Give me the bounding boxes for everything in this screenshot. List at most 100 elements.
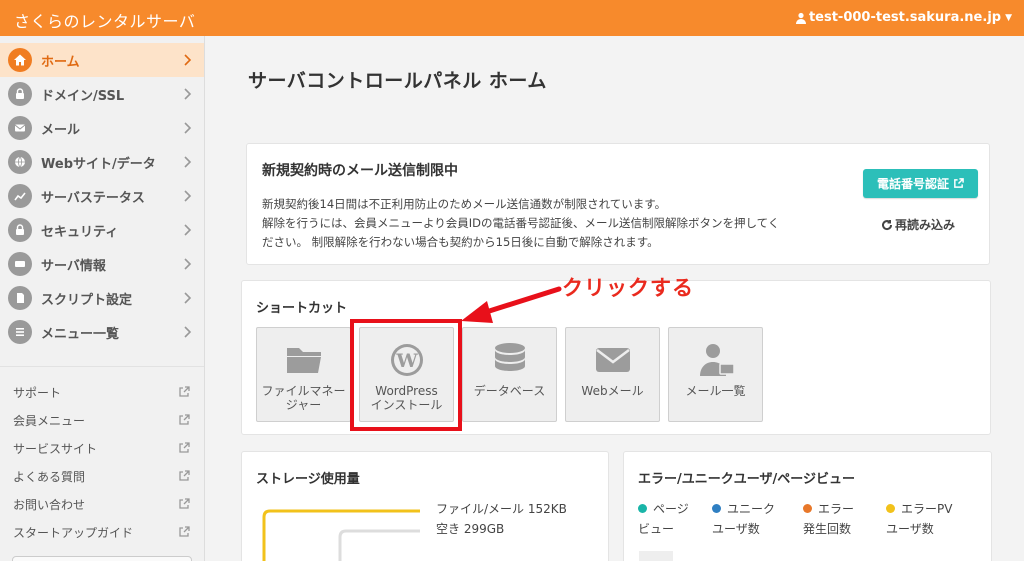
shortcut-mail-list[interactable]: メール一覧 [668, 327, 763, 422]
sidebar-item-script[interactable]: スクリプト設定 [0, 281, 204, 315]
mail-icon [8, 116, 32, 140]
page-title: サーバコントロールパネル ホーム [248, 70, 547, 92]
legend-label: ビュー [638, 522, 675, 536]
folder-icon [286, 348, 321, 373]
notice-line: 解除を行うには、会員メニューより会員IDの電話番号認証後、メール送信制限解除ボタ… [262, 216, 780, 230]
sidebar-item-label: メール [41, 122, 81, 138]
storage-title: ストレージ使用量 [256, 472, 360, 487]
pageview-card: エラー/ユニークユーザ/ページビュー ページ ビュー ユニーク ユーザ数 エラー… [623, 451, 992, 561]
external-link-icon [178, 386, 190, 398]
sidebar-item-security[interactable]: セキュリティ [0, 213, 204, 247]
tile-label: Webメール [581, 384, 644, 398]
home-icon [8, 48, 32, 72]
user-account[interactable]: test-000-test.sakura.ne.jp ▼ [795, 10, 1012, 25]
legend-label: ユーザ数 [886, 522, 934, 536]
sidebar-item-mail[interactable]: メール [0, 111, 204, 145]
tile-label: ファイルマネー ジャー [261, 384, 346, 412]
notice-title: 新規契約時のメール送信制限中 [262, 163, 458, 179]
shortcut-webmail[interactable]: Webメール [565, 327, 660, 422]
sidebar-item-website-data[interactable]: Webサイト/データ [0, 145, 204, 179]
pageview-title: エラー/ユニークユーザ/ページビュー [638, 472, 855, 487]
envelope-icon [595, 348, 630, 372]
notice-text: 新規契約後14日間は不正利用防止のためメール送信通数が制限されています。 解除を… [262, 195, 842, 252]
chevron-right-icon [180, 53, 194, 67]
caret-down-icon: ▼ [1005, 12, 1012, 23]
chevron-right-icon [180, 223, 194, 237]
sidebar-item-server-status[interactable]: サーバステータス [0, 179, 204, 213]
link-faq[interactable]: よくある質問 [0, 462, 204, 490]
legend-label: エラー [818, 502, 855, 516]
annotation-arrow [461, 286, 562, 323]
chevron-right-icon [180, 325, 194, 339]
globe-icon [8, 150, 32, 174]
legend-unique-users: ユニーク ユーザ数 [712, 499, 775, 539]
external-link-icon [178, 498, 190, 510]
shortcut-title: ショートカット [256, 301, 348, 316]
sidebar-item-label: ホーム [41, 54, 80, 70]
tile-label: データベース [473, 384, 546, 398]
sidebar-links: サポート 会員メニュー サービスサイト よくある質問 お問い合わせ スタートアッ… [0, 378, 204, 546]
legend-dot [803, 504, 812, 513]
list-icon [8, 320, 32, 344]
external-link-icon [178, 442, 190, 454]
lock-icon [8, 82, 32, 106]
legend-dot [886, 504, 895, 513]
legend-error-pv: エラーPV ユーザ数 [886, 499, 952, 539]
shortcut-database[interactable]: データベース [462, 327, 557, 422]
shortcut-file-manager[interactable]: ファイルマネー ジャー [256, 327, 351, 422]
link-member-menu[interactable]: 会員メニュー [0, 406, 204, 434]
user-icon [795, 12, 806, 24]
sidebar-item-label: Webサイト/データ [41, 156, 156, 172]
legend-dot [638, 504, 647, 513]
sidebar-item-label: サーバ情報 [41, 258, 106, 274]
tile-label: メール一覧 [685, 384, 746, 398]
chart-placeholder [639, 551, 673, 561]
security-lock-icon [8, 218, 32, 242]
chevron-right-icon [180, 155, 194, 169]
link-label: スタートアップガイド [13, 525, 134, 540]
sidebar-item-home[interactable]: ホーム [0, 43, 204, 77]
link-label: サポート [13, 385, 62, 400]
chevron-right-icon [180, 121, 194, 135]
external-link-icon [178, 526, 190, 538]
legend-label: ページ [653, 502, 689, 516]
reload-link[interactable]: 再読み込み [881, 216, 955, 233]
link-contact[interactable]: お問い合わせ [0, 490, 204, 518]
link-label: よくある質問 [13, 469, 86, 484]
brand-logo[interactable]: さくらのレンタルサーバ [14, 8, 195, 32]
link-service-site[interactable]: サービスサイト [0, 434, 204, 462]
link-label: サービスサイト [13, 441, 98, 456]
button-label: 電話番号認証 [876, 177, 949, 191]
sidebar-item-server-info[interactable]: サーバ情報 [0, 247, 204, 281]
chevron-right-icon [180, 189, 194, 203]
phone-verify-button[interactable]: 電話番号認証 [863, 169, 978, 198]
highlight-box [350, 319, 462, 431]
chevron-right-icon [180, 291, 194, 305]
external-link-icon [954, 178, 964, 188]
sidebar-item-menu-list[interactable]: メニュー一覧 [0, 315, 204, 349]
notice-line: 新規契約後14日間は不正利用防止のためメール送信通数が制限されています。 [262, 197, 667, 211]
link-support[interactable]: サポート [0, 378, 204, 406]
top-bar: さくらのレンタルサーバ test-000-test.sakura.ne.jp ▼ [0, 0, 1024, 36]
legend-pageview: ページ ビュー [638, 499, 689, 539]
link-label: お問い合わせ [13, 497, 86, 512]
storage-free: 空き 299GB [436, 522, 505, 536]
reload-icon [882, 219, 893, 230]
sidebar-item-domain-ssl[interactable]: ドメイン/SSL [0, 77, 204, 111]
script-icon [8, 286, 32, 310]
sidebar-item-label: スクリプト設定 [41, 292, 133, 308]
link-startup-guide[interactable]: スタートアップガイド [0, 518, 204, 546]
reload-label: 再読み込み [895, 218, 956, 232]
notice-card: 新規契約時のメール送信制限中 新規契約後14日間は不正利用防止のためメール送信通… [246, 143, 990, 265]
notice-line: ださい。 制限解除を行わない場合も契約から15日後に自動で解除されます。 [262, 235, 659, 249]
user-domain: test-000-test.sakura.ne.jp [808, 10, 1002, 25]
storage-card: ストレージ使用量 ファイル/メール 152KB 空き 299GB [241, 451, 609, 561]
sidebar-divider [0, 366, 204, 367]
sidebar-bottom-button[interactable] [12, 556, 192, 561]
chevron-right-icon [180, 87, 194, 101]
external-link-icon [178, 470, 190, 482]
chevron-right-icon [180, 257, 194, 271]
link-label: 会員メニュー [13, 413, 86, 428]
user-mail-icon [699, 344, 735, 376]
storage-bracket [262, 509, 420, 561]
